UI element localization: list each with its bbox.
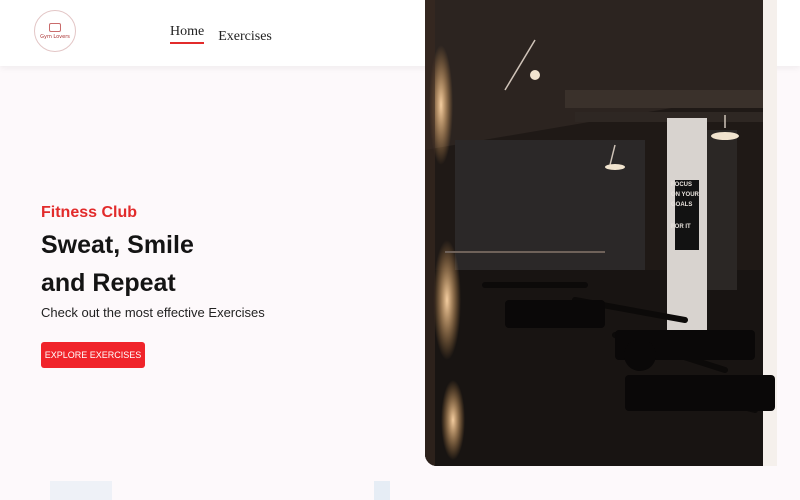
headline-line-2: and Repeat (41, 269, 176, 297)
dumbbell-icon (49, 22, 61, 32)
poster-word: ON YOUR (671, 192, 700, 198)
hero-subtext: Check out the most effective Exercises (41, 305, 265, 320)
explore-exercises-button[interactable]: EXPLORE EXERCISES (41, 342, 145, 368)
logo-text: Gym Lovers (40, 33, 70, 40)
section-preview-left (50, 481, 112, 500)
hero-headline: Sweat, Smile and Repeat (41, 226, 321, 302)
poster-word: FOCUS (671, 182, 692, 188)
nav-home[interactable]: Home (170, 24, 205, 44)
main-nav: Home Exercises (170, 24, 272, 44)
headline-line-1: Sweat, Smile (41, 231, 194, 259)
logo[interactable]: Gym Lovers (34, 10, 76, 52)
poster-word: GOALS (671, 202, 692, 208)
section-preview-right (374, 481, 390, 500)
hero-gym-photo: FOCUS ON YOUR GOALS FOR IT (425, 0, 777, 466)
poster-word: FOR IT (671, 224, 691, 230)
nav-exercises[interactable]: Exercises (218, 29, 272, 49)
hero-eyebrow: Fitness Club (41, 204, 138, 221)
